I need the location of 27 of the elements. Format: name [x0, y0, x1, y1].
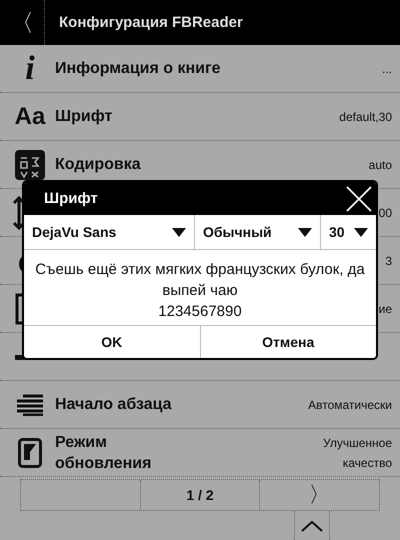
item-label: Информация о книге: [55, 59, 222, 79]
back-button[interactable]: 〈: [0, 0, 45, 45]
item-value: 3: [385, 252, 392, 270]
sample-text: Съешь ещё этих мягких французских булок, да выпей чаю: [34, 260, 366, 301]
settings-item[interactable]: i Информация о книге ...: [0, 45, 400, 93]
settings-item[interactable]: Aa Шрифт default,30: [0, 93, 400, 141]
item-value: Автоматически: [308, 396, 392, 414]
next-page-button[interactable]: 〉: [260, 480, 380, 510]
font-icon: Aa: [14, 104, 46, 130]
sample-digits: 1234567890: [158, 302, 242, 322]
item-value: auto: [368, 156, 392, 174]
item-value: ...: [382, 60, 392, 78]
info-icon: i: [25, 52, 35, 86]
item-value: 00: [378, 204, 392, 222]
item-value: Улучшенное качество: [322, 434, 392, 472]
item-label: Шрифт: [55, 107, 114, 127]
settings-item[interactable]: Режим обновления Улучшенное качество: [0, 429, 400, 477]
item-value: default,30: [339, 108, 392, 126]
item-label: Режим обновления: [55, 432, 152, 474]
item-value: ие: [378, 300, 392, 318]
dialog-button[interactable]: OK: [24, 326, 200, 358]
dialog-title: Шрифт: [44, 190, 98, 207]
page-indicator: 1 / 2: [140, 480, 260, 510]
window-title: Конфигурация FBReader: [59, 14, 243, 31]
item-label: Начало абзаца: [55, 395, 173, 415]
settings-item[interactable]: Начало абзаца Автоматически: [0, 381, 400, 429]
item-label: Кодировка: [55, 155, 142, 175]
